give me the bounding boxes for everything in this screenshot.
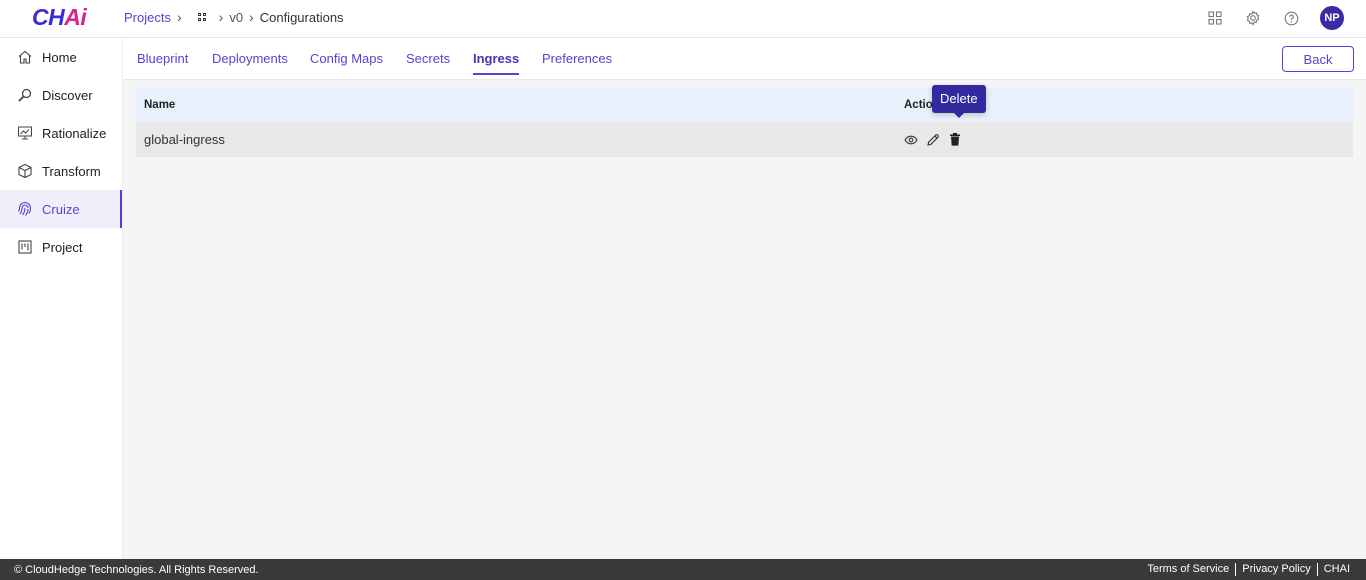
chevron-right-icon: › [176,9,182,25]
sidebar-item-home[interactable]: Home [0,38,122,76]
sidebar-item-label: Cruize [42,201,80,217]
home-icon [16,48,34,66]
footer-link-privacy[interactable]: Privacy Policy [1235,563,1316,576]
tab-deployments[interactable]: Deployments [212,51,288,66]
apps-grid-icon[interactable] [1206,9,1224,27]
footer-link-chai[interactable]: CHAI [1316,563,1356,576]
main-content: Blueprint Deployments Config Maps Secret… [123,38,1366,559]
tab-preferences[interactable]: Preferences [542,51,612,66]
user-avatar[interactable]: NP [1320,6,1344,30]
sidebar-item-project[interactable]: Project [0,228,122,266]
sidebar-item-label: Discover [42,87,93,103]
view-eye-icon[interactable] [904,133,918,147]
sidebar-item-label: Rationalize [42,125,107,141]
tab-ingress[interactable]: Ingress [473,51,520,75]
footer: © CloudHedge Technologies. All Rights Re… [0,559,1366,580]
column-header-actions: Actio [904,99,933,111]
row-actions [896,133,962,147]
tab-config-maps[interactable]: Config Maps [310,51,383,66]
breadcrumb-current: Configurations [259,9,344,25]
chevron-right-icon: › [249,9,254,25]
sidebar-item-cruize[interactable]: Cruize [0,190,122,228]
tabs-bar: Blueprint Deployments Config Maps Secret… [123,38,1366,80]
copyright-text: © CloudHedge Technologies. All Rights Re… [14,563,259,576]
delete-trash-icon[interactable] [948,133,962,147]
chart-board-icon [16,124,34,142]
search-icon [16,86,34,104]
chevron-right-icon: › [218,9,224,25]
sidebar: Home Discover Rationalize Transform Crui… [0,38,123,559]
table-row[interactable]: global-ingress [136,122,1353,157]
tab-secrets[interactable]: Secrets [406,51,450,66]
cube-icon [16,162,34,180]
breadcrumb: Projects › › v0 › Configurations [124,9,344,25]
help-circle-icon[interactable] [1282,9,1300,27]
sidebar-item-rationalize[interactable]: Rationalize [0,114,122,152]
sidebar-item-label: Home [42,49,77,65]
kanban-icon [16,238,34,256]
edit-pencil-icon[interactable] [926,133,940,147]
sidebar-item-discover[interactable]: Discover [0,76,122,114]
table-header: Name Actio [136,88,1353,122]
back-button[interactable]: Back [1282,46,1354,72]
top-bar: CHAi Projects › › v0 › Configurations NP [0,0,1366,38]
chai-logo[interactable]: CHAi [32,4,87,31]
row-name: global-ingress [144,132,225,147]
ingress-table: Name Actio global-ingress [136,88,1353,157]
sidebar-item-label: Transform [42,163,101,179]
sidebar-item-label: Project [42,239,83,255]
tab-blueprint[interactable]: Blueprint [137,51,188,66]
footer-link-terms[interactable]: Terms of Service [1141,563,1235,576]
grid-icon[interactable] [197,12,207,22]
column-header-name: Name [144,99,176,111]
fingerprint-icon [16,200,34,218]
delete-tooltip: Delete [932,85,986,118]
breadcrumb-version[interactable]: v0 [229,10,243,25]
settings-gear-icon[interactable] [1244,9,1262,27]
breadcrumb-projects[interactable]: Projects [124,10,171,25]
sidebar-item-transform[interactable]: Transform [0,152,122,190]
